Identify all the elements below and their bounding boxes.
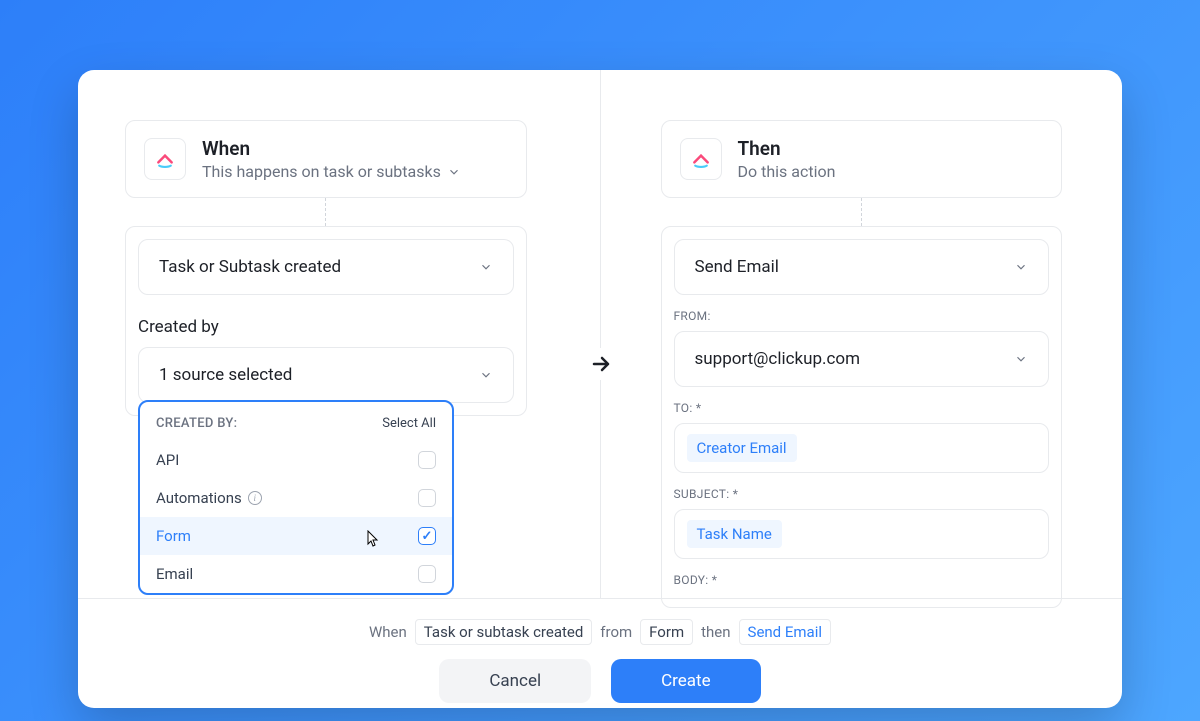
body-label: BODY: *	[674, 573, 1050, 587]
dropdown-item-label: Form	[156, 527, 191, 545]
arrow-connector	[585, 348, 617, 380]
source-select[interactable]: 1 source selected	[138, 347, 514, 403]
when-subtitle[interactable]: This happens on task or subtasks	[202, 162, 508, 181]
checkbox[interactable]	[418, 451, 436, 469]
trigger-group: Task or Subtask created Created by 1 sou…	[125, 226, 527, 416]
when-title: When	[202, 137, 508, 160]
to-label: TO: *	[674, 401, 1050, 415]
dropdown-item-email[interactable]: Email	[140, 555, 452, 593]
summary-bar: When Task or subtask created from Form t…	[369, 619, 831, 645]
clickup-logo-box	[144, 138, 186, 180]
summary-then: then	[701, 623, 730, 641]
from-select[interactable]: support@clickup.com	[674, 331, 1050, 387]
then-column: Then Do this action Send Email FROM: sup…	[601, 70, 1123, 598]
source-select-label: 1 source selected	[159, 365, 292, 385]
arrow-right-icon	[589, 352, 613, 376]
created-by-label: Created by	[138, 317, 514, 337]
clickup-logo-icon	[691, 149, 711, 169]
chevron-down-icon	[479, 260, 493, 274]
trigger-select[interactable]: Task or Subtask created	[138, 239, 514, 295]
summary-source-pill: Form	[640, 619, 693, 645]
automation-modal: When This happens on task or subtasks Ta…	[78, 70, 1122, 708]
from-label: FROM:	[674, 309, 1050, 323]
clickup-logo-box	[680, 138, 722, 180]
trigger-select-label: Task or Subtask created	[159, 257, 341, 277]
then-header-card: Then Do this action	[661, 120, 1063, 198]
create-button[interactable]: Create	[611, 659, 761, 703]
checkbox[interactable]	[418, 565, 436, 583]
subject-label: SUBJECT: *	[674, 487, 1050, 501]
summary-action-pill: Send Email	[739, 619, 831, 645]
dropdown-item-api[interactable]: API	[140, 441, 452, 479]
dropdown-item-automations[interactable]: Automations i	[140, 479, 452, 517]
when-subtitle-text: This happens on task or subtasks	[202, 162, 441, 181]
subject-chip[interactable]: Task Name	[687, 520, 782, 548]
from-value: support@clickup.com	[695, 349, 861, 369]
checkbox-checked[interactable]	[418, 527, 436, 545]
connector-line	[861, 198, 862, 226]
action-group: Send Email FROM: support@clickup.com TO:…	[661, 226, 1063, 608]
checkbox[interactable]	[418, 489, 436, 507]
summary-when: When	[369, 623, 407, 641]
dropdown-item-label: Email	[156, 565, 193, 583]
button-row: Cancel Create	[439, 659, 760, 703]
chevron-down-icon	[479, 368, 493, 382]
cursor-icon	[363, 530, 379, 554]
chevron-down-icon	[447, 165, 461, 179]
connector-line	[325, 198, 326, 226]
action-select-label: Send Email	[695, 257, 779, 277]
footer: When Task or subtask created from Form t…	[78, 598, 1122, 708]
summary-from: from	[600, 623, 632, 641]
dropdown-item-label: API	[156, 451, 179, 469]
chevron-down-icon	[1014, 260, 1028, 274]
when-header-card: When This happens on task or subtasks	[125, 120, 527, 198]
select-all-link[interactable]: Select All	[382, 416, 436, 431]
created-by-dropdown: CREATED BY: Select All API Automations i…	[138, 400, 454, 595]
chevron-down-icon	[1014, 352, 1028, 366]
summary-trigger-pill: Task or subtask created	[415, 619, 593, 645]
then-title: Then	[738, 137, 1044, 160]
dropdown-item-form[interactable]: Form	[140, 517, 452, 555]
info-icon[interactable]: i	[248, 491, 262, 505]
action-select[interactable]: Send Email	[674, 239, 1050, 295]
dropdown-header-label: CREATED BY:	[156, 416, 237, 431]
main-area: When This happens on task or subtasks Ta…	[78, 70, 1122, 598]
dropdown-item-label: Automations	[156, 489, 242, 507]
clickup-logo-icon	[155, 149, 175, 169]
to-chip[interactable]: Creator Email	[687, 434, 797, 462]
then-subtitle: Do this action	[738, 162, 1044, 181]
subject-field[interactable]: Task Name	[674, 509, 1050, 559]
cancel-button[interactable]: Cancel	[439, 659, 591, 703]
when-column: When This happens on task or subtasks Ta…	[78, 70, 601, 598]
to-field[interactable]: Creator Email	[674, 423, 1050, 473]
